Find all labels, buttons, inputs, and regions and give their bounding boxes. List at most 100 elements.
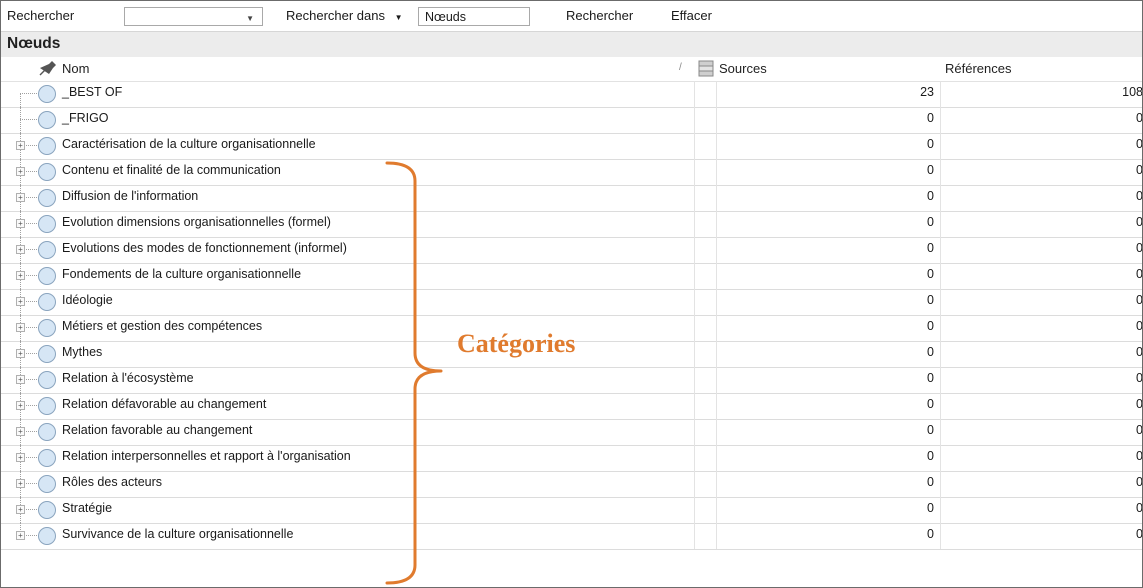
search-button[interactable]: Rechercher — [566, 1, 633, 31]
tree-line — [20, 119, 37, 120]
sources-cell — [716, 81, 941, 107]
icon-cell — [694, 523, 717, 549]
sources-cell — [716, 393, 941, 419]
node-sources-count: 0 — [927, 423, 934, 437]
node-name[interactable]: Relation défavorable au changement — [62, 397, 266, 411]
plus-expander-icon[interactable]: + — [16, 349, 25, 358]
plus-expander-icon[interactable]: + — [16, 141, 25, 150]
plus-expander-icon[interactable]: + — [16, 219, 25, 228]
node-references-count: 0 — [1136, 527, 1143, 541]
column-sources-header[interactable]: Sources — [719, 61, 767, 76]
plus-expander-icon[interactable]: + — [16, 245, 25, 254]
chevron-down-icon: ▼ — [394, 13, 403, 22]
node-row[interactable]: + Diffusion de l'information 0 0 — [1, 185, 1142, 212]
icon-cell — [694, 211, 717, 237]
node-row[interactable]: + Idéologie 0 0 — [1, 289, 1142, 316]
chevron-down-icon[interactable]: ▼ — [246, 9, 254, 28]
node-sources-count: 0 — [927, 397, 934, 411]
node-name[interactable]: _BEST OF — [62, 85, 122, 99]
node-row[interactable]: + Caractérisation de la culture organisat… — [1, 133, 1142, 160]
sources-cell — [716, 471, 941, 497]
node-name[interactable]: _FRIGO — [62, 111, 109, 125]
plus-expander-icon[interactable]: + — [16, 479, 25, 488]
column-header-row: Nom / Sources Références — [1, 57, 1142, 82]
scope-field-value: Nœuds — [425, 10, 466, 24]
clear-button[interactable]: Effacer — [671, 1, 712, 31]
icon-cell — [694, 445, 717, 471]
icon-cell — [694, 185, 717, 211]
node-references-count: 0 — [1136, 475, 1143, 489]
node-row[interactable]: + Rôles des acteurs 0 0 — [1, 471, 1142, 498]
pin-icon[interactable] — [38, 60, 58, 79]
node-row[interactable]: + Contenu et finalité de la communication… — [1, 159, 1142, 186]
sources-cell — [716, 367, 941, 393]
node-references-count: 0 — [1136, 501, 1143, 515]
node-name[interactable]: Relation à l'écosystème — [62, 371, 194, 385]
node-circle-icon — [38, 397, 56, 415]
node-name[interactable]: Mythes — [62, 345, 102, 359]
node-row[interactable]: + Evolution dimensions organisationnelles… — [1, 211, 1142, 238]
node-references-count: 0 — [1136, 137, 1143, 151]
node-references-count: 0 — [1136, 163, 1143, 177]
sort-indicator-icon: / — [679, 62, 682, 73]
plus-expander-icon[interactable]: + — [16, 167, 25, 176]
node-circle-icon — [38, 189, 56, 207]
plus-expander-icon[interactable]: + — [16, 297, 25, 306]
node-row[interactable]: _BEST OF 23 108 — [1, 81, 1142, 119]
node-row[interactable]: + Relation favorable au changement 0 0 — [1, 419, 1142, 446]
node-name[interactable]: Evolution dimensions organisationnelles … — [62, 215, 331, 229]
node-row[interactable]: + Survivance de la culture organisationne… — [1, 523, 1142, 550]
node-name[interactable]: Caractérisation de la culture organisati… — [62, 137, 316, 151]
search-in-dropdown[interactable]: Rechercher dans ▼ — [286, 1, 403, 31]
scope-field[interactable]: Nœuds — [418, 7, 530, 26]
node-name[interactable]: Relation interpersonnelles et rapport à … — [62, 449, 351, 463]
node-row[interactable]: + Relation à l'écosystème 0 0 — [1, 367, 1142, 394]
node-sources-count: 0 — [927, 215, 934, 229]
plus-expander-icon[interactable]: + — [16, 453, 25, 462]
column-name-header[interactable]: Nom — [62, 61, 89, 76]
node-circle-icon — [38, 345, 56, 363]
node-references-count: 0 — [1136, 215, 1143, 229]
icon-cell — [694, 341, 717, 367]
node-name[interactable]: Métiers et gestion des compétences — [62, 319, 262, 333]
sources-cell — [716, 185, 941, 211]
node-row[interactable]: + Fondements de la culture organisationne… — [1, 263, 1142, 290]
node-name[interactable]: Idéologie — [62, 293, 113, 307]
plus-expander-icon[interactable]: + — [16, 427, 25, 436]
node-name[interactable]: Evolutions des modes de fonctionnement (… — [62, 241, 347, 255]
node-row[interactable]: + Stratégie 0 0 — [1, 497, 1142, 524]
search-input[interactable]: ▼ — [124, 7, 263, 26]
plus-expander-icon[interactable]: + — [16, 401, 25, 410]
node-sources-count: 0 — [927, 501, 934, 515]
node-row[interactable]: + Relation interpersonnelles et rapport à… — [1, 445, 1142, 472]
node-row[interactable]: + Evolutions des modes de fonctionnement … — [1, 237, 1142, 264]
node-name[interactable]: Contenu et finalité de la communication — [62, 163, 281, 177]
icon-cell — [694, 133, 717, 159]
plus-expander-icon[interactable]: + — [16, 193, 25, 202]
node-name[interactable]: Rôles des acteurs — [62, 475, 162, 489]
name-cell — [35, 497, 695, 523]
node-name[interactable]: Survivance de la culture organisationnel… — [62, 527, 293, 541]
plus-expander-icon[interactable]: + — [16, 531, 25, 540]
node-sources-count: 0 — [927, 163, 934, 177]
node-sources-count: 0 — [927, 241, 934, 255]
node-name[interactable]: Fondements de la culture organisationnel… — [62, 267, 301, 281]
node-name[interactable]: Stratégie — [62, 501, 112, 515]
plus-expander-icon[interactable]: + — [16, 375, 25, 384]
node-circle-icon — [38, 85, 56, 103]
sources-cell — [716, 159, 941, 185]
node-name[interactable]: Relation favorable au changement — [62, 423, 252, 437]
node-sources-count: 0 — [927, 449, 934, 463]
node-name[interactable]: Diffusion de l'information — [62, 189, 198, 203]
column-references-header[interactable]: Références — [945, 61, 1011, 76]
sources-cell — [716, 107, 941, 133]
plus-expander-icon[interactable]: + — [16, 323, 25, 332]
node-circle-icon — [38, 267, 56, 285]
plus-expander-icon[interactable]: + — [16, 271, 25, 280]
node-row[interactable]: _FRIGO 0 0 — [1, 107, 1142, 134]
node-references-count: 0 — [1136, 371, 1143, 385]
panel-title: Nœuds — [7, 35, 61, 52]
plus-expander-icon[interactable]: + — [16, 505, 25, 514]
icon-cell — [694, 81, 717, 107]
node-row[interactable]: + Relation défavorable au changement 0 0 — [1, 393, 1142, 420]
